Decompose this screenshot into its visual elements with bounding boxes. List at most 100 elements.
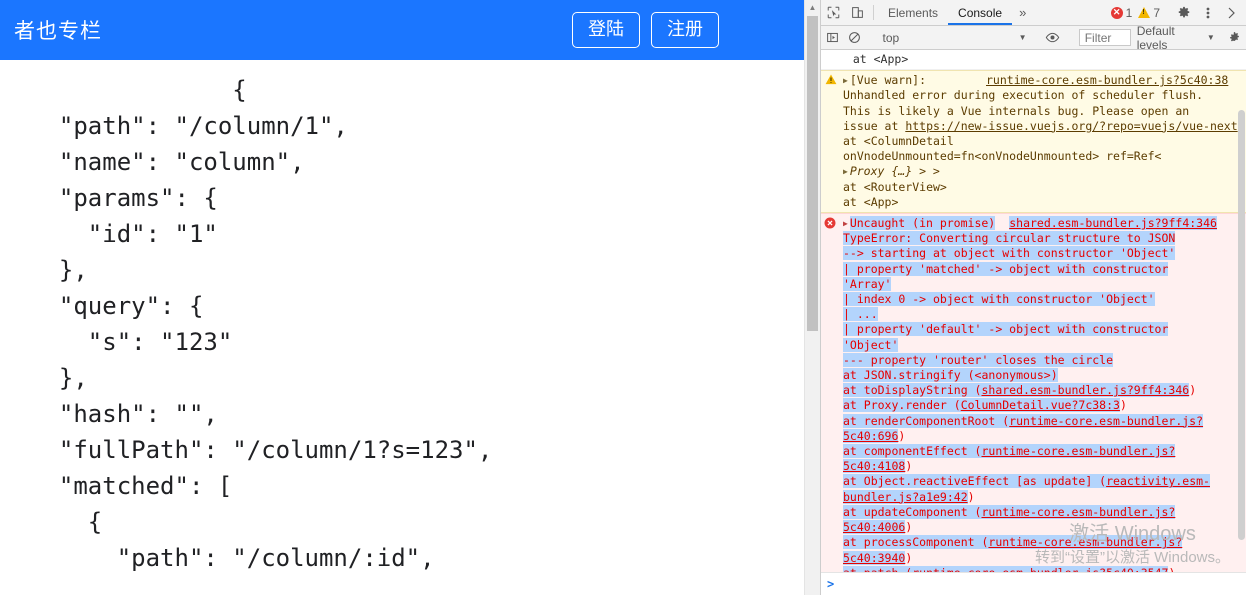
warning-source-link[interactable]: runtime-core.esm-bundler.js?5c40:38 [986,73,1228,87]
chevron-down-icon: ▼ [1018,33,1027,42]
warning-line-3: issue at https://new-issue.vuejs.org/?re… [843,119,1242,134]
warning-count-badge[interactable]: 7 [1135,6,1163,20]
error-line: | property 'default' -> object with cons… [843,322,1169,337]
register-button[interactable]: 注册 [651,12,719,48]
error-lines: TypeError: Converting circular structure… [843,231,1242,383]
warning-trace-5: at <App> [843,194,899,209]
device-toolbar-icon[interactable] [845,0,869,25]
close-devtools-icon[interactable] [1220,7,1244,19]
error-source-link[interactable]: shared.esm-bundler.js?9ff4:346 [1009,216,1217,231]
stack-frame-tail: ) [1189,383,1197,398]
stack-frame-tail: ) [1168,566,1175,572]
error-header-row: ▶ Uncaught (in promise) shared.esm-bundler… [843,216,1242,231]
warning-trace-3: ▶ Proxy {…} > > [843,164,1242,179]
console-settings-icon[interactable] [1224,31,1246,44]
devtools-tabbar-right: ✕ 1 7 [1108,0,1246,25]
proxy-expand-icon[interactable]: ▶ [843,164,848,179]
inspect-element-icon[interactable] [821,0,845,25]
error-stack: at toDisplayString (shared.esm-bundler.j… [843,383,1242,572]
tab-elements[interactable]: Elements [878,0,948,25]
error-line: TypeError: Converting circular structure… [843,231,1176,246]
chevron-down-icon-2: ▼ [1206,33,1215,42]
login-button[interactable]: 登陆 [572,12,640,48]
gear-icon[interactable] [1172,6,1196,20]
toolbar-divider [873,5,874,20]
screen: 者也专栏 登陆 注册 { "path": "/column/1", "name"… [0,0,1246,595]
header-actions: 登陆 注册 [572,12,719,48]
console-warning-body: ▶ [Vue warn]: runtime-core.esm-bundler.js?… [825,73,1242,210]
console-toolbar: top ▼ Default levels ▼ [821,24,1246,52]
tab-console[interactable]: Console [948,0,1012,25]
warning-icon [1138,7,1151,18]
live-expression-icon[interactable] [1041,31,1063,44]
console-input-row[interactable]: > [821,572,1246,595]
filter-input[interactable] [1078,29,1131,46]
error-count-badge[interactable]: ✕ 1 [1108,6,1136,20]
error-icon: ✕ [1110,6,1123,19]
stack-frame-tail: ) [898,428,906,443]
console-warning-message[interactable]: ▶ [Vue warn]: runtime-core.esm-bundler.js?… [821,70,1246,214]
error-line: 'Array' [843,276,892,291]
log-levels-label: Default levels [1136,23,1175,52]
stack-frame-tail: ) [905,520,913,535]
warning-count-label: 7 [1153,5,1160,20]
console-error-message[interactable]: ▶ Uncaught (in promise) shared.esm-bundler… [821,213,1246,572]
console-message-list[interactable]: at <App> ▶ [Vue warn]: runtime-core.esm-bu… [821,50,1246,572]
error-line: | ... [843,307,878,322]
stack-frame-text: at updateComponent ( [843,504,982,519]
site-header: 者也专栏 登陆 注册 [0,0,820,60]
scrollbar-thumb[interactable] [807,16,818,331]
console-trace-row: at <App> [821,50,1246,71]
error-expand-icon[interactable]: ▶ [843,216,848,231]
error-line: 'Object' [843,337,899,352]
vue-issue-link[interactable]: https://new-issue.vuejs.org/?repo=vuejs/… [905,119,1237,133]
error-line: | property 'matched' -> object with cons… [843,261,1169,276]
console-prompt-icon: > [827,577,835,591]
site-brand: 者也专栏 [14,19,102,43]
stack-frame-link[interactable]: shared.esm-bundler.js?9ff4:346 [981,383,1190,398]
execution-context-select[interactable]: top ▼ [875,31,1033,45]
warning-trace-1: at <ColumnDetail [843,134,954,149]
more-tabs-icon[interactable]: » [1012,0,1033,25]
devtools-panel: Elements Console » ✕ 1 7 [820,0,1246,595]
stack-frame-text: at Proxy.render ( [843,398,961,413]
log-levels-select[interactable]: Default levels ▼ [1137,24,1215,52]
route-json-dump: { "path": "/column/1", "name": "column",… [58,76,493,572]
devtools-tabbar: Elements Console » ✕ 1 7 [821,0,1246,26]
warning-prefix: [Vue warn]: [849,73,926,88]
error-title: Uncaught (in promise) [849,216,996,231]
console-error-body: ▶ Uncaught (in promise) shared.esm-bundler… [825,216,1242,572]
expand-triangle-icon[interactable]: ▶ [843,73,848,88]
stack-frame-text: at renderComponentRoot ( [843,413,1010,428]
stack-frame-tail: ) [967,489,975,504]
scroll-up-arrow-icon[interactable]: ▲ [805,0,820,15]
warning-trace-4: at <RouterView> [843,179,947,194]
warning-icon-2 [825,74,837,89]
page-scrollbar[interactable]: ▲ [804,0,820,595]
more-options-icon[interactable] [1196,6,1220,20]
console-scrollbar-thumb[interactable] [1238,110,1245,540]
stack-frame-text: at processComponent ( [843,535,989,550]
stack-frame-text: at componentEffect ( [843,444,982,459]
stack-frame-tail: ) [1119,398,1127,413]
error-line: at JSON.stringify (<anonymous>) [843,368,1058,383]
error-line: | index 0 -> object with constructor 'Ob… [843,292,1155,307]
stack-frame-tail: ) [905,550,913,565]
stack-frame-text: at toDisplayString ( [843,383,982,398]
warning-header-row: ▶ [Vue warn]: runtime-core.esm-bundler.js?… [843,73,1242,88]
error-line: --> starting at object with constructor … [843,246,1176,261]
warning-line-1: Unhandled error during execution of sche… [843,88,1204,103]
proxy-value[interactable]: Proxy {…} [850,164,912,178]
console-sidebar-icon[interactable] [821,31,843,44]
proxy-tail: > > [912,164,940,179]
execution-context-label: top [882,30,900,45]
stack-frame-tail: ) [905,459,913,474]
console-scrollbar[interactable] [1237,50,1246,572]
error-count-label: 1 [1125,5,1133,20]
stack-frame-link[interactable]: runtime-core.esm-bundler.js?5c40:3547 [912,565,1169,572]
browser-viewport: 者也专栏 登陆 注册 { "path": "/column/1", "name"… [0,0,820,595]
stack-frame-link[interactable]: ColumnDetail.vue?7c38:3 [960,398,1120,413]
warning-trace-2: onVnodeUnmounted=fn<onVnodeUnmounted> re… [843,149,1162,164]
clear-console-icon[interactable] [843,31,865,44]
page-content: { "path": "/column/1", "name": "column",… [0,60,820,576]
